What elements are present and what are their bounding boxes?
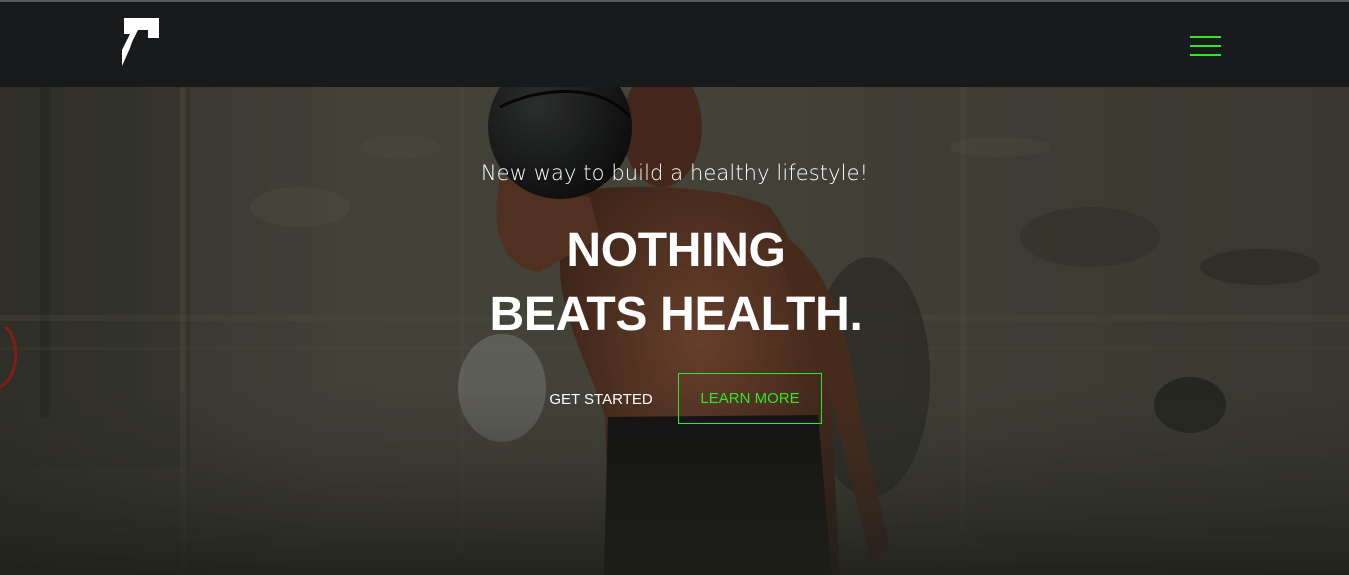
headline-line-2: BEATS HEALTH. [489, 288, 863, 341]
brand-logo[interactable] [120, 18, 160, 66]
hamburger-line [1190, 45, 1221, 47]
hamburger-line [1190, 36, 1221, 38]
learn-more-button[interactable]: LEARN MORE [678, 373, 822, 424]
headline-line-1: NOTHING [566, 224, 786, 277]
hero-tagline: New way to build a healthy lifestyle! [480, 161, 869, 185]
get-started-button[interactable]: GET STARTED [543, 373, 659, 425]
hamburger-line [1190, 54, 1221, 56]
hamburger-menu-icon[interactable] [1190, 36, 1222, 58]
hero-section: New way to build a healthy lifestyle! NO… [0, 87, 1349, 575]
hero-headline: NOTHING BEATS HEALTH. [0, 219, 1349, 347]
brand-logo-icon [122, 18, 159, 66]
navbar [0, 2, 1349, 87]
